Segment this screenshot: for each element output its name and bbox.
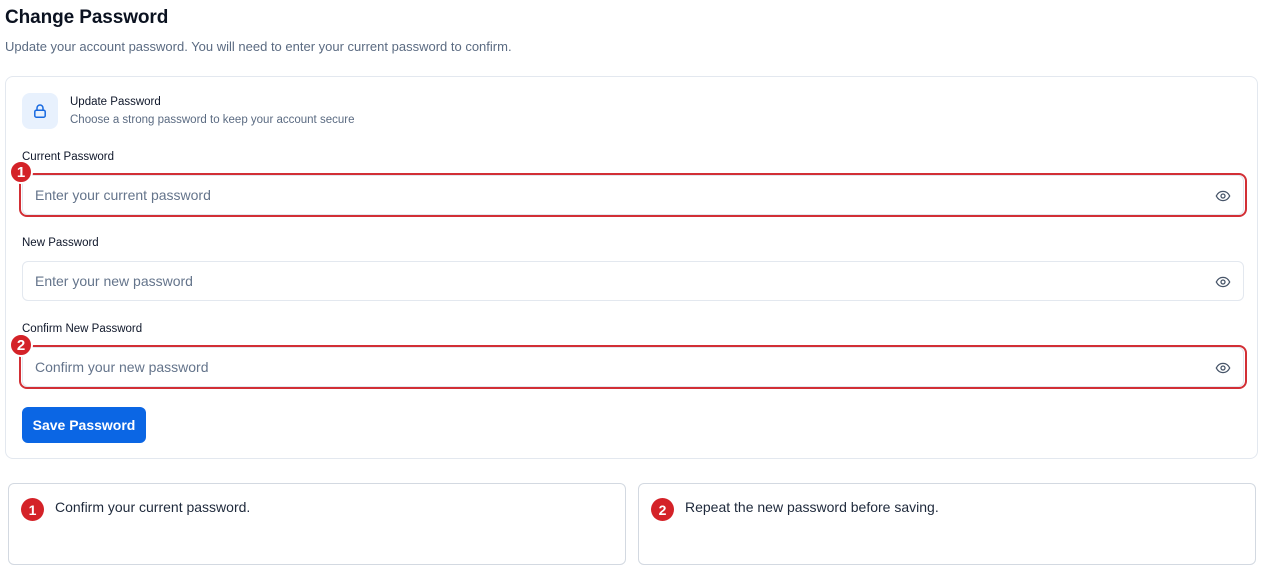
new-password-field [22, 261, 1244, 301]
eye-icon[interactable] [1215, 360, 1231, 376]
annotation-note-1: 1 Confirm your current password. [8, 483, 626, 565]
save-password-button[interactable]: Save Password [22, 407, 146, 443]
card-description: Choose a strong password to keep your ac… [70, 114, 355, 126]
note-badge-1: 1 [21, 498, 44, 521]
lock-icon [22, 93, 58, 129]
note-badge-2: 2 [651, 498, 674, 521]
new-password-input[interactable] [23, 262, 1203, 300]
confirm-password-label: Confirm New Password [22, 323, 143, 335]
confirm-password-field [22, 347, 1244, 387]
update-password-card: Update Password Choose a strong password… [5, 76, 1258, 459]
current-password-input[interactable] [23, 176, 1203, 214]
card-title: Update Password [70, 96, 161, 108]
page-subtitle: Update your account password. You will n… [5, 39, 512, 54]
confirm-password-input[interactable] [23, 348, 1203, 386]
current-password-field [22, 175, 1244, 215]
step-badge-1: 1 [9, 160, 33, 184]
note-text-1: Confirm your current password. [55, 499, 251, 515]
page-title: Change Password [5, 7, 169, 28]
step-badge-2: 2 [9, 333, 33, 357]
eye-icon[interactable] [1215, 188, 1231, 204]
current-password-label: Current Password [22, 151, 115, 163]
new-password-label: New Password [22, 237, 99, 249]
annotation-note-2: 2 Repeat the new password before saving. [638, 483, 1256, 565]
note-text-2: Repeat the new password before saving. [685, 499, 939, 515]
eye-icon[interactable] [1215, 274, 1231, 290]
